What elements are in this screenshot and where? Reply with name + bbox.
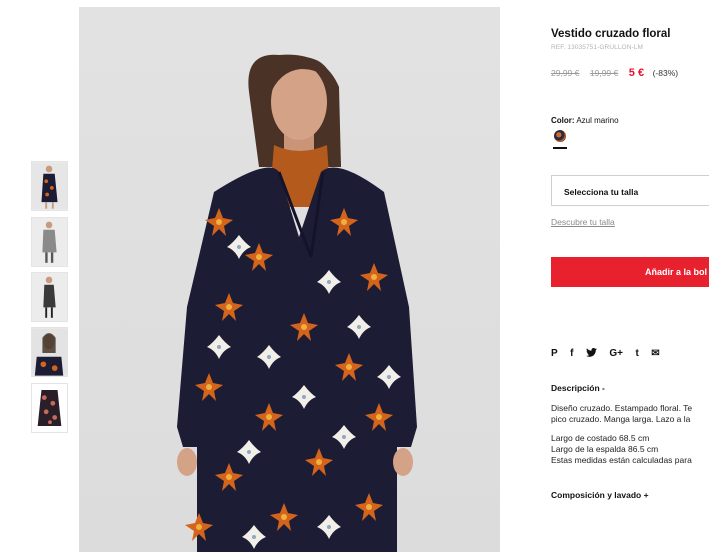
email-icon[interactable]: ✉ (651, 348, 659, 359)
size-guide-link[interactable]: Descubre tu talla (551, 217, 615, 227)
color-swatch[interactable] (554, 130, 566, 142)
thumbnail-5[interactable] (31, 383, 68, 433)
main-product-image[interactable] (79, 7, 500, 552)
color-value: Azul marino (576, 116, 619, 125)
tumblr-icon[interactable]: t (635, 348, 638, 359)
thumbnail-2[interactable] (31, 217, 68, 267)
thumbnail-3-image (32, 273, 67, 321)
google-plus-icon[interactable]: G+ (609, 348, 623, 359)
share-bar: P f G+ t ✉ (551, 345, 668, 359)
thumbnail-4[interactable] (31, 327, 68, 377)
thumbnail-4-image (32, 328, 67, 376)
product-info-panel: Vestido cruzado floral REF. 13035751-GRU… (551, 0, 709, 552)
thumbnail-2-image (32, 218, 67, 266)
color-label: Color: Azul marino (551, 116, 619, 125)
composition-toggle[interactable]: Composición y lavado + (551, 490, 649, 500)
thumbnail-1-image (32, 162, 67, 210)
model-photo (177, 54, 417, 552)
size-select[interactable]: Selecciona tu talla (551, 175, 709, 206)
swatch-selected-indicator (553, 147, 567, 149)
product-reference: REF. 13035751-GRULLON-LM (551, 44, 643, 51)
thumbnail-3[interactable] (31, 272, 68, 322)
color-label-key: Color: (551, 116, 575, 125)
price-block: 29,99 € 19,99 € 5 € (-83%) (551, 67, 678, 79)
twitter-icon[interactable] (586, 347, 597, 360)
pinterest-icon[interactable]: P (551, 348, 558, 359)
thumbnail-1[interactable] (31, 161, 68, 211)
original-price: 29,99 € (551, 68, 580, 78)
description-line: pico cruzado. Manga larga. Lazo a la (551, 414, 691, 424)
sale-price: 5 € (628, 67, 645, 79)
thumbnail-5-image (32, 384, 67, 432)
description-toggle[interactable]: Descripción - (551, 383, 605, 393)
product-title: Vestido cruzado floral (551, 28, 671, 40)
add-to-cart-button[interactable]: Añadir a la bol (551, 257, 709, 287)
previous-price: 19,99 € (589, 68, 619, 78)
discount-badge: (-83%) (652, 68, 679, 78)
description-line: Diseño cruzado. Estampado floral. Te (551, 403, 693, 413)
measurement-note: Estas medidas están calculadas para (551, 455, 692, 465)
measurement-line: Largo de la espalda 86.5 cm (551, 444, 659, 454)
measurement-line: Largo de costado 68.5 cm (551, 433, 650, 443)
facebook-icon[interactable]: f (570, 348, 573, 359)
twitter-bird-icon (586, 347, 597, 357)
